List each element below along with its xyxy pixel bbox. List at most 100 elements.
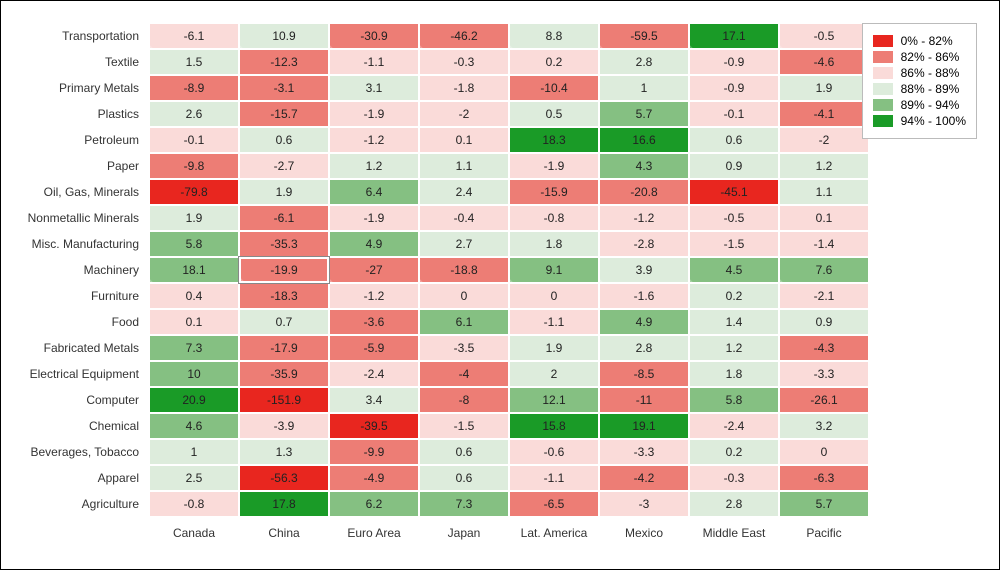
heatmap-cell[interactable]: -0.4 bbox=[419, 205, 509, 231]
heatmap-cell[interactable]: -0.5 bbox=[689, 205, 779, 231]
heatmap-cell[interactable]: 2.5 bbox=[149, 465, 239, 491]
heatmap-cell[interactable]: 6.2 bbox=[329, 491, 419, 517]
heatmap-cell[interactable]: -56.3 bbox=[239, 465, 329, 491]
heatmap-cell[interactable]: 9.1 bbox=[509, 257, 599, 283]
heatmap-cell[interactable]: 4.9 bbox=[329, 231, 419, 257]
heatmap-cell[interactable]: -0.9 bbox=[689, 49, 779, 75]
heatmap-cell[interactable]: -2 bbox=[779, 127, 869, 153]
heatmap-cell[interactable]: 1.2 bbox=[779, 153, 869, 179]
heatmap-cell[interactable]: -2.4 bbox=[689, 413, 779, 439]
heatmap-cell[interactable]: -1.1 bbox=[509, 309, 599, 335]
heatmap-cell[interactable]: 2 bbox=[509, 361, 599, 387]
heatmap-cell[interactable]: 5.8 bbox=[689, 387, 779, 413]
heatmap-cell[interactable]: -9.9 bbox=[329, 439, 419, 465]
heatmap-cell[interactable]: -15.7 bbox=[239, 101, 329, 127]
heatmap-cell[interactable]: -35.9 bbox=[239, 361, 329, 387]
heatmap-cell[interactable]: -35.3 bbox=[239, 231, 329, 257]
heatmap-cell[interactable]: -10.4 bbox=[509, 75, 599, 101]
heatmap-cell[interactable]: -18.8 bbox=[419, 257, 509, 283]
heatmap-cell[interactable]: 2.8 bbox=[689, 491, 779, 517]
heatmap-cell[interactable]: -1.2 bbox=[329, 283, 419, 309]
heatmap-cell[interactable]: -19.9 bbox=[239, 257, 329, 283]
heatmap-cell[interactable]: -30.9 bbox=[329, 23, 419, 49]
heatmap-cell[interactable]: -0.5 bbox=[779, 23, 869, 49]
heatmap-cell[interactable]: 3.9 bbox=[599, 257, 689, 283]
heatmap-cell[interactable]: 0.1 bbox=[149, 309, 239, 335]
heatmap-cell[interactable]: 1.9 bbox=[779, 75, 869, 101]
heatmap-cell[interactable]: -0.3 bbox=[689, 465, 779, 491]
heatmap-cell[interactable]: -8.9 bbox=[149, 75, 239, 101]
heatmap-cell[interactable]: 3.1 bbox=[329, 75, 419, 101]
heatmap-cell[interactable]: 5.7 bbox=[779, 491, 869, 517]
heatmap-cell[interactable]: -1.5 bbox=[689, 231, 779, 257]
heatmap-cell[interactable]: -4.2 bbox=[599, 465, 689, 491]
heatmap-cell[interactable]: 0.4 bbox=[149, 283, 239, 309]
heatmap-cell[interactable]: 5.7 bbox=[599, 101, 689, 127]
heatmap-cell[interactable]: 0.9 bbox=[779, 309, 869, 335]
heatmap-cell[interactable]: -3.5 bbox=[419, 335, 509, 361]
heatmap-cell[interactable]: 17.1 bbox=[689, 23, 779, 49]
heatmap-cell[interactable]: -1.9 bbox=[509, 153, 599, 179]
heatmap-cell[interactable]: 1 bbox=[599, 75, 689, 101]
heatmap-cell[interactable]: 20.9 bbox=[149, 387, 239, 413]
heatmap-cell[interactable]: 1.9 bbox=[509, 335, 599, 361]
heatmap-cell[interactable]: 1.2 bbox=[689, 335, 779, 361]
heatmap-cell[interactable]: 0 bbox=[419, 283, 509, 309]
heatmap-cell[interactable]: -0.8 bbox=[149, 491, 239, 517]
heatmap-cell[interactable]: -46.2 bbox=[419, 23, 509, 49]
heatmap-cell[interactable]: 7.6 bbox=[779, 257, 869, 283]
heatmap-cell[interactable]: -4.1 bbox=[779, 101, 869, 127]
heatmap-cell[interactable]: 0.5 bbox=[509, 101, 599, 127]
heatmap-cell[interactable]: 0.7 bbox=[239, 309, 329, 335]
heatmap-cell[interactable]: -2.1 bbox=[779, 283, 869, 309]
heatmap-cell[interactable]: -1.5 bbox=[419, 413, 509, 439]
heatmap-cell[interactable]: -45.1 bbox=[689, 179, 779, 205]
heatmap-cell[interactable]: 0.1 bbox=[419, 127, 509, 153]
heatmap-cell[interactable]: 0 bbox=[779, 439, 869, 465]
heatmap-cell[interactable]: -3.3 bbox=[599, 439, 689, 465]
heatmap-cell[interactable]: 1.9 bbox=[239, 179, 329, 205]
heatmap-cell[interactable]: 2.6 bbox=[149, 101, 239, 127]
heatmap-cell[interactable]: 8.8 bbox=[509, 23, 599, 49]
heatmap-cell[interactable]: -39.5 bbox=[329, 413, 419, 439]
heatmap-cell[interactable]: -59.5 bbox=[599, 23, 689, 49]
heatmap-cell[interactable]: -18.3 bbox=[239, 283, 329, 309]
heatmap-cell[interactable]: 4.6 bbox=[149, 413, 239, 439]
heatmap-cell[interactable]: 2.8 bbox=[599, 335, 689, 361]
heatmap-cell[interactable]: 0.2 bbox=[509, 49, 599, 75]
heatmap-cell[interactable]: 1.8 bbox=[689, 361, 779, 387]
heatmap-cell[interactable]: 1.5 bbox=[149, 49, 239, 75]
heatmap-cell[interactable]: 1.8 bbox=[509, 231, 599, 257]
heatmap-cell[interactable]: -2 bbox=[419, 101, 509, 127]
heatmap-cell[interactable]: 17.8 bbox=[239, 491, 329, 517]
heatmap-cell[interactable]: -1.9 bbox=[329, 205, 419, 231]
heatmap-cell[interactable]: -0.1 bbox=[689, 101, 779, 127]
heatmap-cell[interactable]: -0.8 bbox=[509, 205, 599, 231]
heatmap-cell[interactable]: 1.2 bbox=[329, 153, 419, 179]
heatmap-cell[interactable]: 1.9 bbox=[149, 205, 239, 231]
heatmap-cell[interactable]: 3.4 bbox=[329, 387, 419, 413]
heatmap-cell[interactable]: -15.9 bbox=[509, 179, 599, 205]
heatmap-cell[interactable]: 1.3 bbox=[239, 439, 329, 465]
heatmap-cell[interactable]: -1.6 bbox=[599, 283, 689, 309]
heatmap-cell[interactable]: 4.3 bbox=[599, 153, 689, 179]
heatmap-cell[interactable]: -4.9 bbox=[329, 465, 419, 491]
heatmap-cell[interactable]: 6.1 bbox=[419, 309, 509, 335]
heatmap-cell[interactable]: 7.3 bbox=[419, 491, 509, 517]
heatmap-cell[interactable]: 2.8 bbox=[599, 49, 689, 75]
heatmap-cell[interactable]: -6.1 bbox=[149, 23, 239, 49]
heatmap-cell[interactable]: -4.3 bbox=[779, 335, 869, 361]
heatmap-cell[interactable]: -1.4 bbox=[779, 231, 869, 257]
heatmap-cell[interactable]: -0.1 bbox=[149, 127, 239, 153]
heatmap-cell[interactable]: 0.6 bbox=[689, 127, 779, 153]
heatmap-cell[interactable]: -3.6 bbox=[329, 309, 419, 335]
heatmap-cell[interactable]: -1.9 bbox=[329, 101, 419, 127]
heatmap-cell[interactable]: -8.5 bbox=[599, 361, 689, 387]
heatmap-cell[interactable]: -0.6 bbox=[509, 439, 599, 465]
heatmap-cell[interactable]: -27 bbox=[329, 257, 419, 283]
heatmap-cell[interactable]: 18.1 bbox=[149, 257, 239, 283]
heatmap-cell[interactable]: -2.8 bbox=[599, 231, 689, 257]
heatmap-cell[interactable]: 4.9 bbox=[599, 309, 689, 335]
heatmap-cell[interactable]: -6.1 bbox=[239, 205, 329, 231]
heatmap-cell[interactable]: -151.9 bbox=[239, 387, 329, 413]
